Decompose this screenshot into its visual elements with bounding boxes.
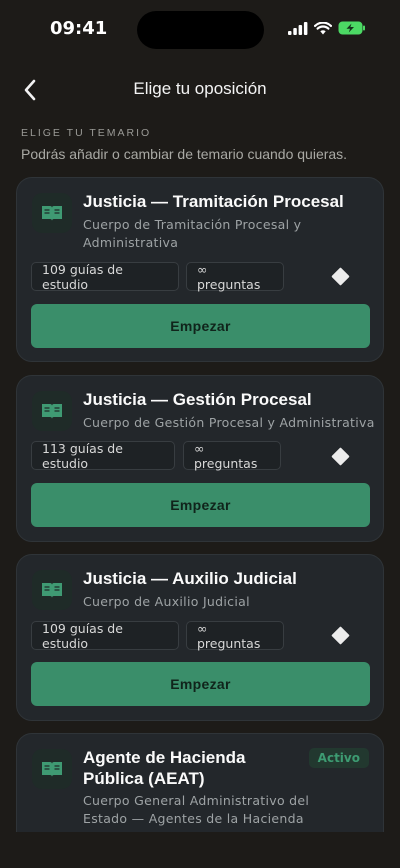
questions-chip: ∞ preguntas xyxy=(183,441,281,471)
book-open-icon xyxy=(32,193,72,233)
active-badge: Activo xyxy=(308,748,369,768)
favorite-button[interactable] xyxy=(326,262,354,290)
card-title-line: Pública (AEAT) xyxy=(83,769,205,788)
start-button[interactable]: Empezar xyxy=(31,304,370,348)
card-subtitle: Cuerpo de Auxilio Judicial xyxy=(83,594,250,609)
oposicion-card-gestion[interactable]: Justicia — Gestión Procesal Cuerpo de Ge… xyxy=(16,375,384,542)
book-open-icon xyxy=(32,749,72,789)
signal-icon xyxy=(288,21,308,35)
card-subtitle-line: Cuerpo de Tramitación Procesal y xyxy=(83,217,302,232)
questions-chip: ∞ preguntas xyxy=(186,262,284,292)
start-button[interactable]: Empezar xyxy=(31,662,370,706)
status-time: 09:41 xyxy=(50,18,108,39)
card-subtitle-line: Cuerpo General Administrativo del xyxy=(83,793,310,808)
guides-count-chip: 109 guías de estudio xyxy=(31,621,179,651)
page-title: Elige tu oposición xyxy=(133,79,267,98)
guides-count-chip: 113 guías de estudio xyxy=(31,441,175,471)
bottom-fade xyxy=(0,832,400,868)
favorite-button[interactable] xyxy=(326,442,354,470)
status-bar: 09:41 xyxy=(0,0,400,60)
card-title: Agente de Hacienda Pública (AEAT) xyxy=(83,747,246,789)
questions-chip: ∞ preguntas xyxy=(186,621,284,651)
guides-count-chip: 109 guías de estudio xyxy=(31,262,179,292)
diamond-icon xyxy=(330,625,350,645)
card-subtitle: Cuerpo General Administrativo del Estado… xyxy=(83,792,309,828)
navigation-bar: Elige tu oposición xyxy=(0,70,400,110)
book-open-icon xyxy=(32,570,72,610)
favorite-button[interactable] xyxy=(326,621,354,649)
card-title: Justicia — Auxilio Judicial xyxy=(83,569,297,588)
section-subtitle: Podrás añadir o cambiar de temario cuand… xyxy=(21,146,348,162)
card-title: Justicia — Tramitación Procesal xyxy=(83,192,344,211)
diamond-icon xyxy=(330,266,350,286)
card-subtitle: Cuerpo de Gestión Procesal y Administrat… xyxy=(83,415,375,430)
card-subtitle: Cuerpo de Tramitación Procesal y Adminis… xyxy=(83,216,301,252)
card-subtitle-line: Administrativa xyxy=(83,235,179,250)
dynamic-island xyxy=(137,11,264,49)
status-icons xyxy=(288,21,366,35)
diamond-icon xyxy=(330,446,350,466)
oposicion-card-tramitacion[interactable]: Justicia — Tramitación Procesal Cuerpo d… xyxy=(16,177,384,362)
card-title-line: Agente de Hacienda xyxy=(83,748,246,767)
card-title: Justicia — Gestión Procesal xyxy=(83,390,312,409)
oposicion-card-auxilio[interactable]: Justicia — Auxilio Judicial Cuerpo de Au… xyxy=(16,554,384,721)
wifi-icon xyxy=(314,21,332,34)
card-subtitle-line: Estado — Agentes de la Hacienda xyxy=(83,811,304,826)
battery-charging-icon xyxy=(338,21,365,35)
section-label: ELIGE TU TEMARIO xyxy=(21,127,152,139)
start-button[interactable]: Empezar xyxy=(31,483,370,527)
book-open-icon xyxy=(32,391,72,431)
